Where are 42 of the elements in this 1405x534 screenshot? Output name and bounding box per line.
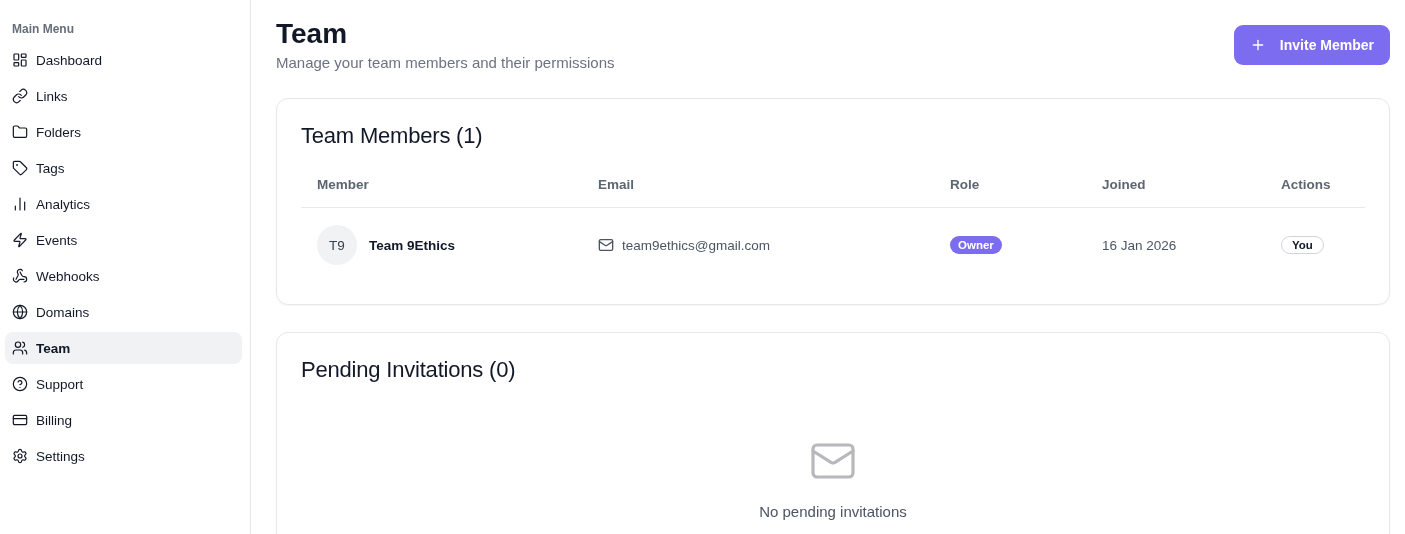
sidebar-item[interactable]: Events (5, 224, 242, 256)
mail-icon (598, 237, 614, 253)
page-subtitle: Manage your team members and their permissions (276, 54, 615, 71)
bar-chart-icon (12, 196, 28, 212)
sidebar-item[interactable]: Settings (5, 440, 242, 472)
credit-card-icon (12, 412, 28, 428)
sidebar-item[interactable]: Team (5, 332, 242, 364)
member-email: team9ethics@gmail.com (622, 237, 770, 253)
column-header: Member (301, 177, 582, 208)
joined-date: 16 Jan 2026 (1102, 237, 1177, 253)
column-header: Actions (1265, 177, 1365, 208)
sidebar-item[interactable]: Links (5, 80, 242, 112)
settings-icon (12, 448, 28, 464)
empty-message: No pending invitations (759, 503, 907, 520)
sidebar-item[interactable]: Webhooks (5, 260, 242, 292)
webhook-icon (12, 268, 28, 284)
folder-icon (12, 124, 28, 140)
sidebar-item[interactable]: Dashboard (5, 44, 242, 76)
sidebar-item[interactable]: Folders (5, 116, 242, 148)
invite-member-button[interactable]: Invite Member (1233, 25, 1390, 65)
column-header: Joined (1086, 177, 1265, 208)
sidebar-item[interactable]: Domains (5, 296, 242, 328)
card-title: Pending Invitations (0) (301, 357, 517, 383)
avatar: T9 (317, 225, 357, 265)
menu-heading: Main Menu (11, 22, 75, 38)
column-header: Email (582, 177, 934, 208)
tag-icon (12, 160, 28, 176)
sidebar-item[interactable]: Tags (5, 152, 242, 184)
lightning-icon (12, 232, 28, 248)
sidebar-item[interactable]: Analytics (5, 188, 242, 220)
member-name: Team 9Ethics (369, 237, 456, 253)
column-header: Role (934, 177, 1086, 208)
help-icon (12, 376, 28, 392)
role-badge: Owner (950, 236, 1002, 254)
dashboard-icon (12, 52, 28, 68)
globe-icon (12, 304, 28, 320)
link-icon (12, 88, 28, 104)
card-title: Team Members (1) (301, 123, 484, 149)
users-icon (12, 340, 28, 356)
sidebar-item[interactable]: Support (5, 368, 242, 400)
page-title: Team (276, 18, 349, 50)
sidebar-item[interactable]: Billing (5, 404, 242, 436)
